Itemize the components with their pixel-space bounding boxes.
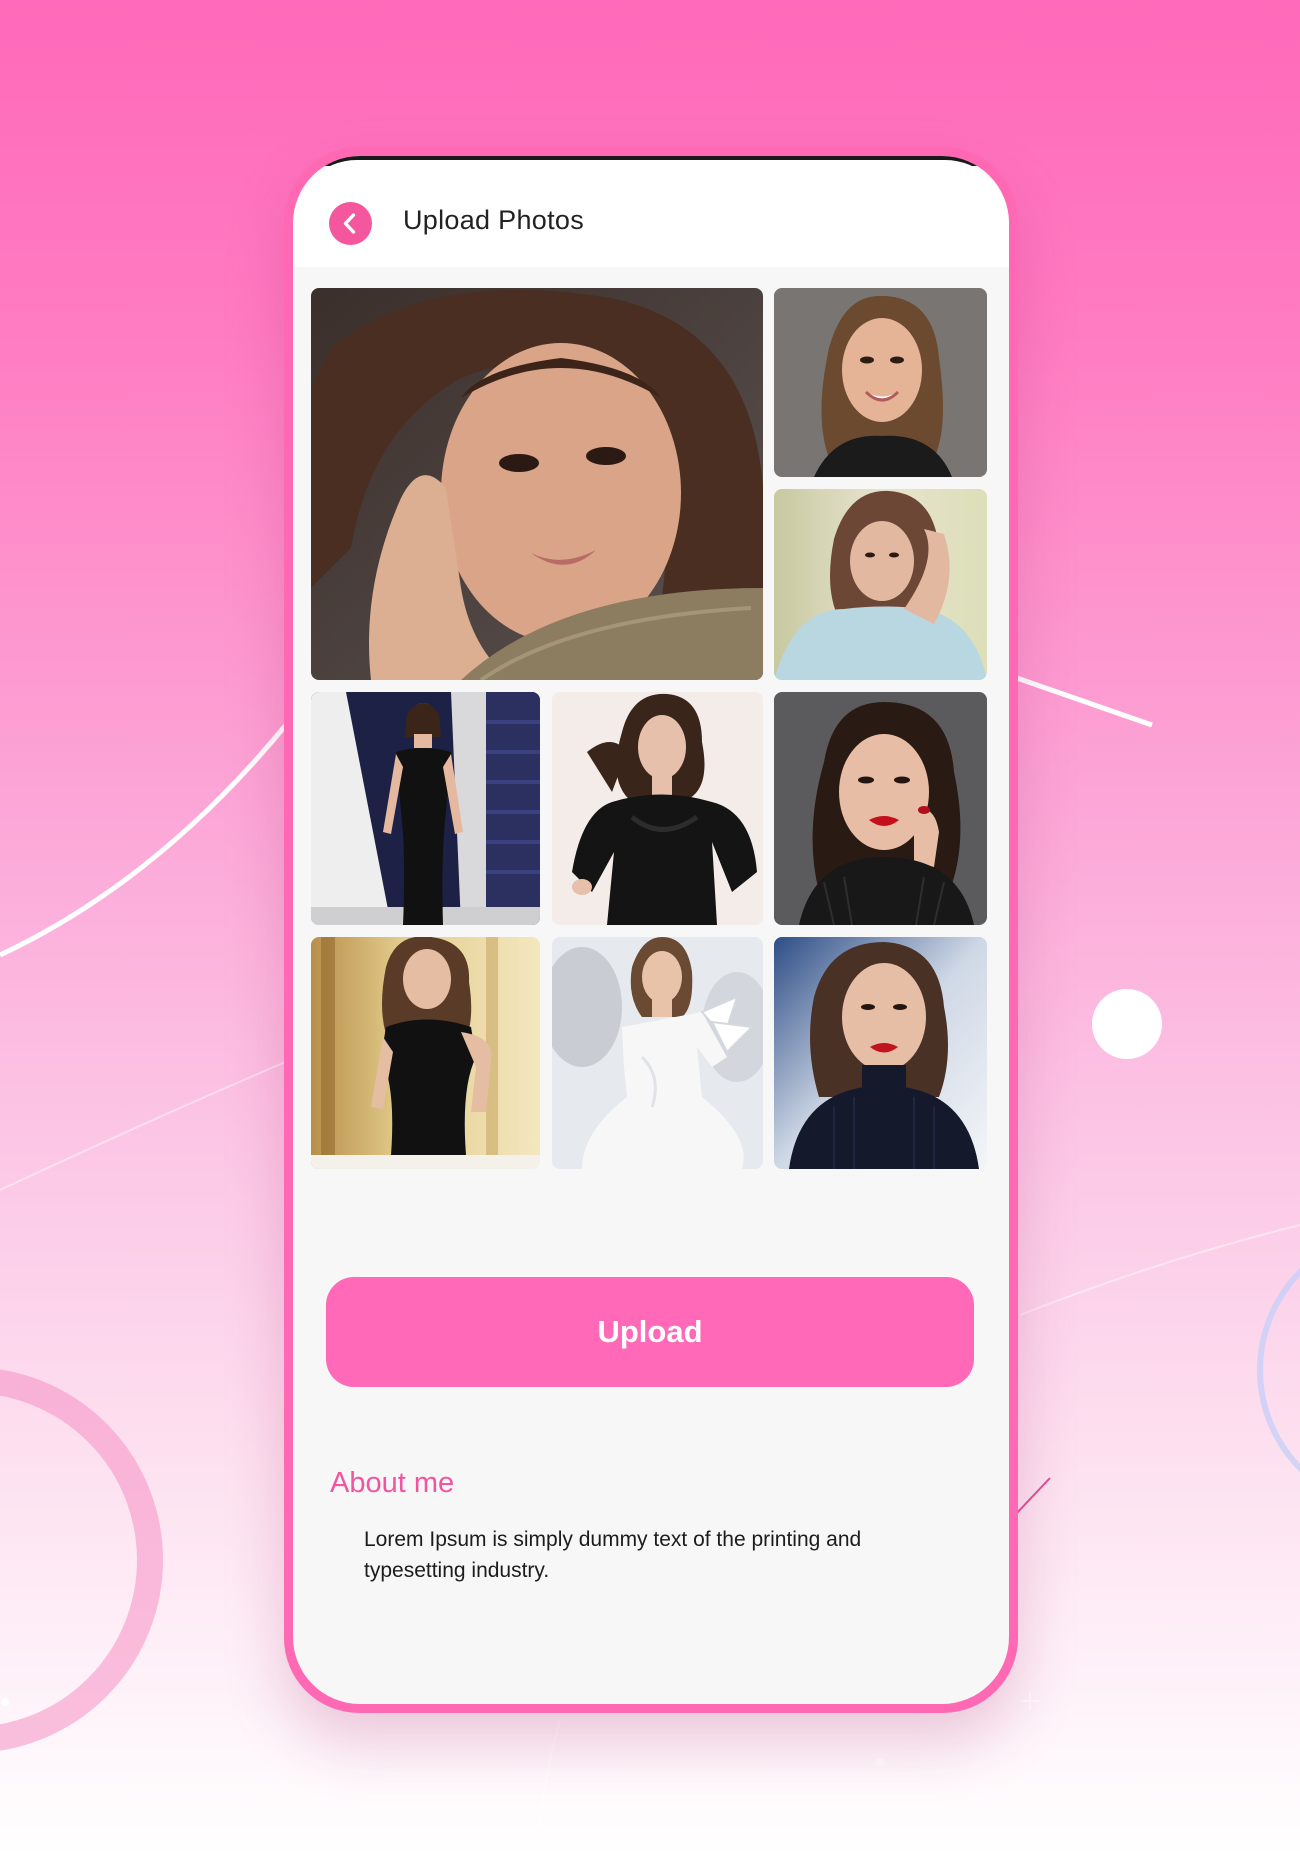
- photo-tile[interactable]: [774, 288, 987, 477]
- photo-image: [311, 692, 540, 925]
- photo-image: [774, 489, 987, 680]
- upload-button[interactable]: Upload: [326, 1277, 974, 1387]
- photo-tile[interactable]: [774, 489, 987, 680]
- photo-image: [774, 937, 987, 1169]
- photo-tile[interactable]: [552, 692, 763, 925]
- photo-tile[interactable]: [311, 937, 540, 1169]
- photo-tile[interactable]: [552, 937, 763, 1169]
- photo-image: [552, 692, 763, 925]
- photo-tile[interactable]: [774, 937, 987, 1169]
- photo-image: [552, 937, 763, 1169]
- photo-tile[interactable]: [311, 288, 763, 680]
- about-heading: About me: [330, 1467, 455, 1499]
- phone-screen: Upload Photos Upload About me Lorem Ipsu…: [293, 156, 1009, 1704]
- photo-image: [774, 288, 987, 477]
- photo-image: [774, 692, 987, 925]
- photo-tile[interactable]: [311, 692, 540, 925]
- photo-image: [311, 288, 763, 680]
- photo-tile[interactable]: [774, 692, 987, 925]
- chevron-left-icon: [343, 213, 356, 234]
- phone-frame: Upload Photos Upload About me Lorem Ipsu…: [284, 147, 1018, 1713]
- back-button[interactable]: [329, 202, 372, 245]
- photo-image: [311, 937, 540, 1169]
- about-text: Lorem Ipsum is simply dummy text of the …: [364, 1528, 862, 1582]
- page-title: Upload Photos: [403, 205, 585, 235]
- app-header: Upload Photos: [293, 160, 1009, 267]
